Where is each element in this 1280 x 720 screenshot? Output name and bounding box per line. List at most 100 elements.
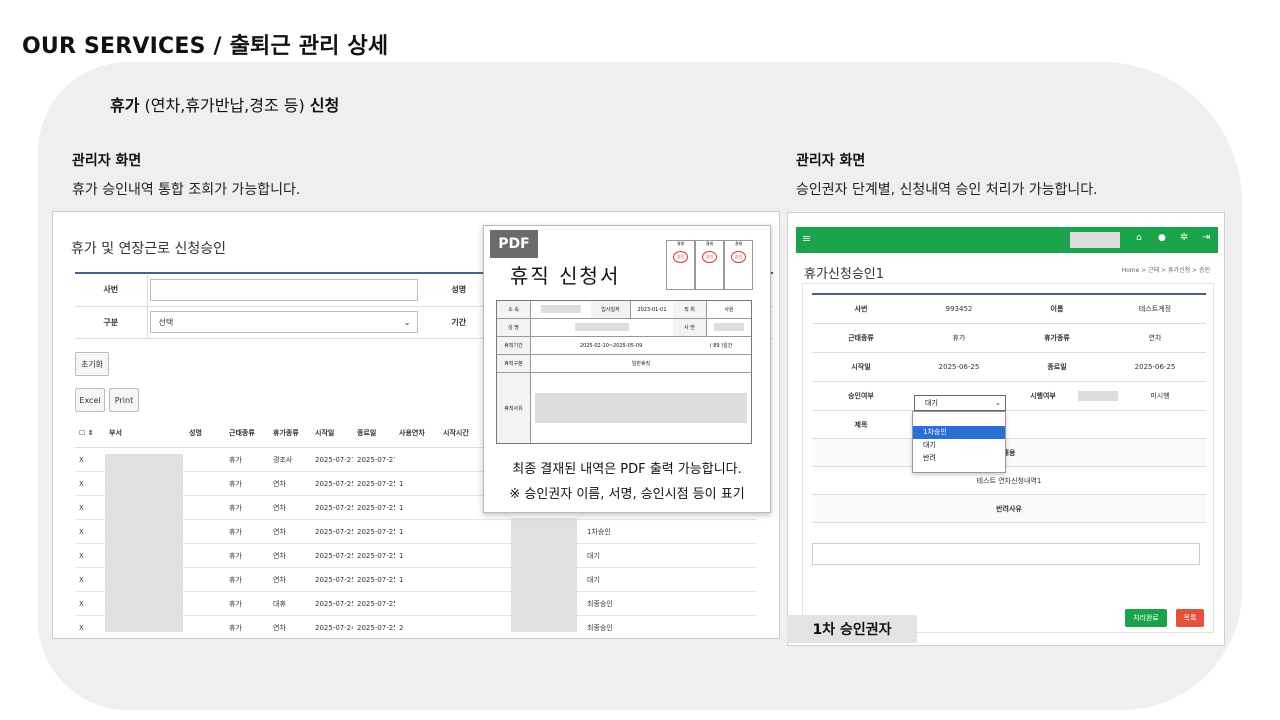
col-header[interactable]: 근태종류	[225, 428, 269, 438]
menu-icon[interactable]: ≡	[802, 232, 811, 245]
pdf-value	[531, 393, 751, 423]
table-cell: X	[79, 575, 84, 584]
table-cell: 2025-07-25	[357, 479, 395, 488]
pdf-value	[531, 322, 673, 333]
field-value: 테스트계정	[1138, 305, 1172, 313]
approval-stamp: 결재승인	[724, 240, 753, 290]
form-row: 승인여부 시행여부 미시행	[812, 382, 1206, 411]
approval-stamp: 결재 승인	[666, 240, 695, 290]
field-label: 종료일	[1047, 363, 1067, 371]
table-cell: 2025-07-25	[357, 551, 395, 560]
table-cell: 2	[399, 623, 404, 632]
form-row: 근태종류 휴가 휴가종류 연차	[812, 324, 1206, 353]
field-label: 근태종류	[848, 334, 874, 342]
stamp-head: 결재	[734, 241, 743, 246]
excel-button[interactable]: Excel	[75, 388, 105, 412]
table-cell: 경조사	[273, 455, 293, 464]
table-cell: X	[79, 455, 84, 464]
table-cell: 1	[399, 479, 404, 488]
pdf-note-2: ※ 승인권자 이름, 서명, 승인시점 등이 표기	[509, 487, 745, 502]
form-row: 제목	[812, 411, 1206, 439]
subtitle-bold-1: 휴가	[110, 96, 140, 115]
col-header[interactable]: 사용연차	[395, 428, 439, 438]
pdf-row: 휴직사유	[497, 373, 751, 443]
field-value: 휴가	[952, 334, 966, 342]
approval-select[interactable]: 대기 ⌄	[914, 395, 1006, 411]
approval-stamp: 결재 승인	[695, 240, 724, 290]
subtitle-middle: (연차,휴가반납,경조 등)	[139, 96, 310, 115]
approval-options: 1차승인 대기 반려	[912, 411, 1006, 473]
table-cell: X	[79, 623, 84, 632]
status-cell: 대기	[587, 575, 600, 584]
col-header[interactable]: 휴가종류	[269, 428, 311, 438]
status-cell: 1차승인	[587, 527, 611, 536]
table-cell: 2025-07-25	[315, 479, 353, 488]
pdf-value: 사원	[724, 307, 734, 313]
emp-no-input[interactable]	[149, 278, 418, 301]
type-label: 구분	[75, 306, 148, 339]
print-button[interactable]: Print	[109, 388, 139, 412]
complete-button[interactable]: 처리완료	[1125, 609, 1167, 627]
field-value: 2025-06-25	[1134, 363, 1176, 371]
option-blank[interactable]	[913, 412, 1005, 426]
content-value: 테스트 연차신청내역1	[812, 467, 1206, 495]
select-all-checkbox[interactable]: ☐ ⇕	[75, 429, 105, 437]
pdf-key: 성 명	[497, 319, 531, 336]
table-cell: X	[79, 551, 84, 560]
col-header[interactable]: 부서	[105, 428, 185, 438]
status-cell: 최종승인	[587, 623, 613, 632]
option-reject[interactable]: 반려	[913, 452, 1005, 465]
col-header[interactable]: 시작일	[311, 428, 353, 438]
reset-button[interactable]: 초기화	[75, 352, 109, 376]
pdf-key: 휴직사유	[497, 373, 531, 443]
table-cell: 2025-07-25	[357, 623, 395, 632]
gear-icon[interactable]: ✲	[1180, 232, 1188, 243]
pdf-key: 직 위	[673, 301, 707, 318]
table-cell: 연차	[273, 623, 286, 632]
right-section-title: 관리자 화면	[796, 153, 866, 169]
reject-reason-textarea[interactable]	[812, 543, 1200, 565]
table-cell: 휴가	[229, 527, 242, 536]
table-cell: 2025-07-25	[315, 575, 353, 584]
right-section-desc: 승인권자 단계별, 신청내역 승인 처리가 가능합니다.	[796, 182, 1098, 198]
field-label: 승인여부	[848, 392, 874, 400]
logout-icon[interactable]: ⇥	[1202, 232, 1210, 243]
pdf-value	[707, 322, 751, 333]
col-header[interactable]: 성명	[185, 428, 225, 438]
field-label: 시작일	[851, 363, 871, 371]
table-cell: 1	[399, 503, 404, 512]
type-select[interactable]: 선택 ⌄	[149, 311, 418, 333]
user-icon[interactable]: ●	[1158, 233, 1166, 243]
table-cell: 2025-07-25	[315, 599, 353, 608]
list-button[interactable]: 목록	[1176, 609, 1204, 627]
pdf-preview-popup: PDF 휴직 신청서 결재 승인 결재 승인 결재 승인 소 속 입사일자 2023-…	[483, 225, 771, 513]
left-section-desc: 휴가 승인내역 통합 조회가 가능합니다.	[72, 182, 301, 198]
table-cell: 2025-07-25	[357, 503, 395, 512]
field-value: 연차	[1148, 334, 1162, 342]
col-header[interactable]: 종료일	[353, 428, 395, 438]
pdf-row: 소 속 입사일자 2023-01-01 직 위 사원	[497, 301, 751, 319]
col-header[interactable]: 시작시간	[439, 428, 483, 438]
table-cell: 1	[399, 551, 404, 560]
table-cell: 휴가	[229, 479, 242, 488]
pdf-value: 2023-01-01	[637, 306, 667, 313]
form-row: 사번 993452 이름 테스트계정	[812, 295, 1206, 324]
table-cell: 2025-07-25	[357, 599, 395, 608]
field-label: 휴가종류	[1044, 334, 1070, 342]
emp-no-label: 사번	[75, 274, 148, 307]
option-first-approval[interactable]: 1차승인	[913, 426, 1005, 439]
redacted-name	[511, 518, 577, 632]
pdf-row: 성 명 사 번	[497, 319, 751, 337]
home-icon[interactable]: ⌂	[1136, 233, 1142, 243]
stamp-head: 결재	[676, 241, 685, 246]
chevron-down-icon: ⌄	[403, 317, 411, 327]
table-cell: 2025-07-27	[357, 455, 395, 464]
table-cell: 2025-07-27	[315, 455, 353, 464]
option-waiting[interactable]: 대기	[913, 439, 1005, 452]
table-cell: 휴가	[229, 551, 242, 560]
approval-form: 사번 993452 이름 테스트계정 근태종류 휴가 휴가종류 연차 시작일 2025-06-…	[812, 293, 1206, 523]
first-approver-tag: 1차 승인권자	[787, 615, 917, 643]
seal-icon: 승인	[731, 251, 746, 263]
right-screenshot: ≡ ⌂ ● ✲ ⇥ 휴가신청승인1 Home > 근태 > 휴가신청 > 승인 …	[787, 212, 1225, 646]
table-cell: 2025-07-24	[315, 623, 353, 632]
